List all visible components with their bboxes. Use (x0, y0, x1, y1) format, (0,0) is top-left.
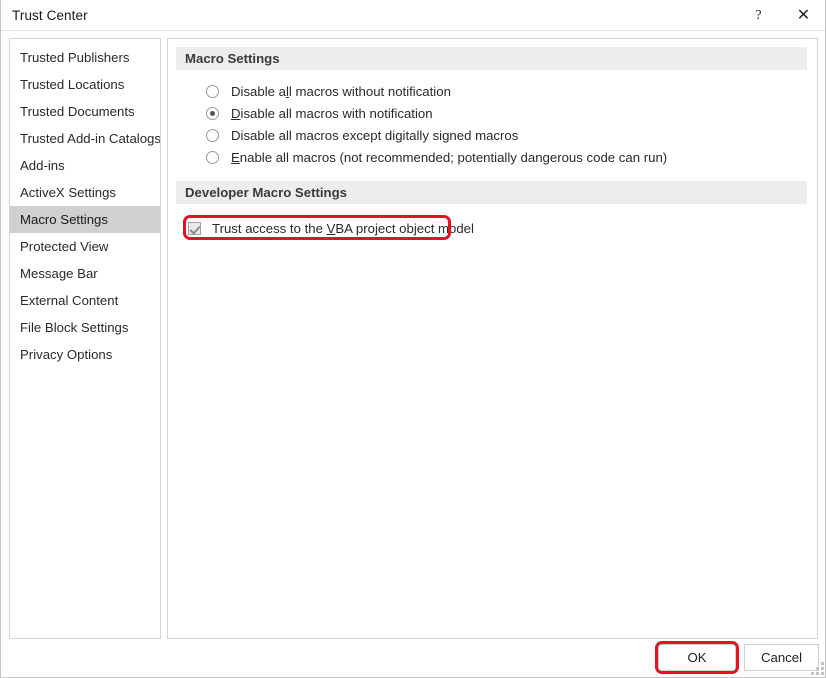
trust-vba-project-object-model-row[interactable]: Trust access to the VBA project object m… (188, 217, 474, 239)
macro-settings-section-header: Macro Settings (176, 47, 807, 70)
radio-button[interactable] (206, 150, 219, 164)
sidebar-item[interactable]: Protected View (10, 233, 160, 260)
category-list-panel: Trusted Publishers Trusted Locations Trust… (9, 38, 161, 639)
sidebar-item[interactable]: Macro Settings (10, 206, 160, 233)
macro-setting-option[interactable]: Enable all macros (not recommended; pote… (206, 146, 667, 168)
trust-vba-checkbox-label: Trust access to the VBA project object m… (212, 220, 474, 236)
radio-button[interactable] (206, 106, 219, 120)
close-button[interactable]: ✕ (781, 0, 825, 31)
help-button[interactable]: ? (736, 0, 781, 31)
developer-macro-settings-section-header: Developer Macro Settings (176, 181, 807, 204)
sidebar-item-label: ActiveX Settings (20, 185, 117, 200)
cancel-button[interactable]: Cancel (744, 644, 819, 671)
radio-button[interactable] (206, 84, 219, 98)
title-bar: Trust Center ? ✕ (1, 0, 825, 31)
macro-setting-option-label: Disable all macros without notification (231, 83, 451, 99)
sidebar-item-label: External Content (20, 293, 119, 308)
macro-setting-option[interactable]: Disable all macros except digitally sign… (206, 124, 518, 146)
sidebar-item-label: Trusted Publishers (20, 50, 130, 65)
sidebar-item-label: Macro Settings (20, 212, 108, 227)
sidebar-item[interactable]: File Block Settings (10, 314, 160, 341)
sidebar-item[interactable]: Privacy Options (10, 341, 160, 368)
ok-button[interactable]: OK (658, 644, 736, 671)
sidebar-item[interactable]: ActiveX Settings (10, 179, 160, 206)
sidebar-item[interactable]: Message Bar (10, 260, 160, 287)
sidebar-item[interactable]: External Content (10, 287, 160, 314)
close-icon: ✕ (796, 6, 811, 24)
sidebar-item[interactable]: Add-ins (10, 152, 160, 179)
question-mark-icon: ? (755, 7, 762, 23)
macro-setting-option-label: Enable all macros (not recommended; pote… (231, 149, 668, 165)
settings-panel: Macro Settings Disable all macros withou… (167, 38, 818, 639)
resize-grip-icon[interactable] (811, 662, 824, 675)
dialog-body: Trusted Publishers Trusted Locations Trust… (1, 31, 825, 677)
sidebar-item-label: Privacy Options (20, 347, 113, 362)
macro-setting-option-label: Disable all macros except digitally sign… (231, 127, 519, 143)
sidebar-item-label: Trusted Add-in Catalogs (20, 131, 161, 146)
trust-center-dialog: Trust Center ? ✕ Trusted Publishers Trust… (0, 0, 826, 678)
sidebar-item-label: Trusted Locations (20, 77, 125, 92)
window-title: Trust Center (12, 8, 88, 23)
sidebar-item-label: Trusted Documents (20, 104, 135, 119)
trust-vba-checkbox[interactable] (188, 221, 201, 235)
radio-button[interactable] (206, 128, 219, 142)
macro-setting-option-label: Disable all macros with notification (231, 105, 433, 121)
sidebar-item[interactable]: Trusted Locations (10, 71, 160, 98)
sidebar-item-label: Protected View (20, 239, 109, 254)
sidebar-item[interactable]: Trusted Add-in Catalogs (10, 125, 160, 152)
macro-setting-option[interactable]: Disable all macros with notification (206, 102, 433, 124)
sidebar-item[interactable]: Trusted Documents (10, 98, 160, 125)
sidebar-item-label: Add-ins (20, 158, 65, 173)
category-list: Trusted Publishers Trusted Locations Trust… (10, 44, 160, 368)
sidebar-item[interactable]: Trusted Publishers (10, 44, 160, 71)
sidebar-item-label: Message Bar (20, 266, 98, 281)
sidebar-item-label: File Block Settings (20, 320, 129, 335)
macro-setting-option[interactable]: Disable all macros without notification (206, 80, 451, 102)
